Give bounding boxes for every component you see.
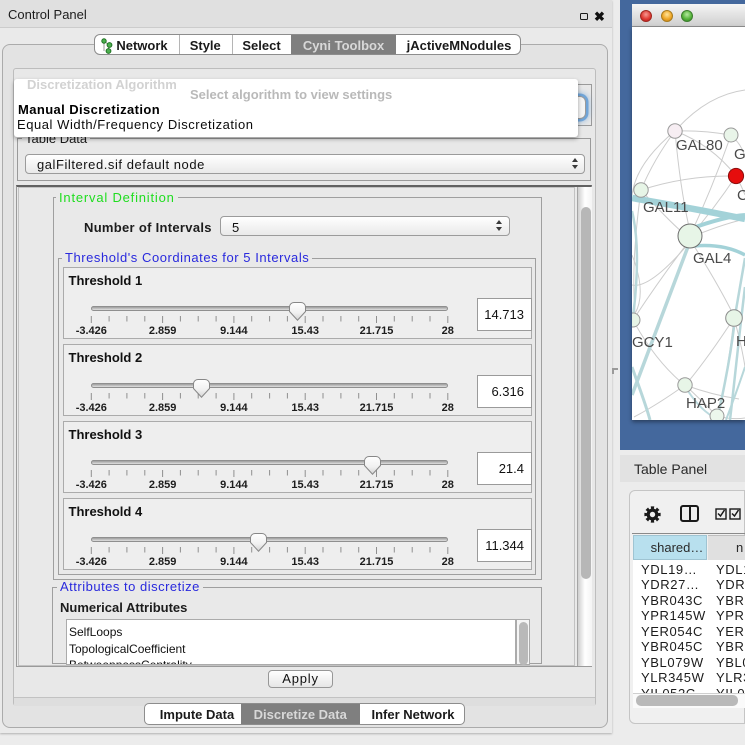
svg-text:HAP2: HAP2 (686, 395, 725, 412)
svg-text:C: C (737, 187, 745, 204)
svg-text:GCY1: GCY1 (632, 334, 673, 351)
svg-text:GAL11: GAL11 (643, 199, 689, 216)
svg-text:H: H (736, 333, 745, 350)
svg-text:GAL80: GAL80 (676, 137, 723, 154)
svg-text:GAL4: GAL4 (693, 250, 731, 267)
svg-text:GA: GA (734, 146, 745, 163)
